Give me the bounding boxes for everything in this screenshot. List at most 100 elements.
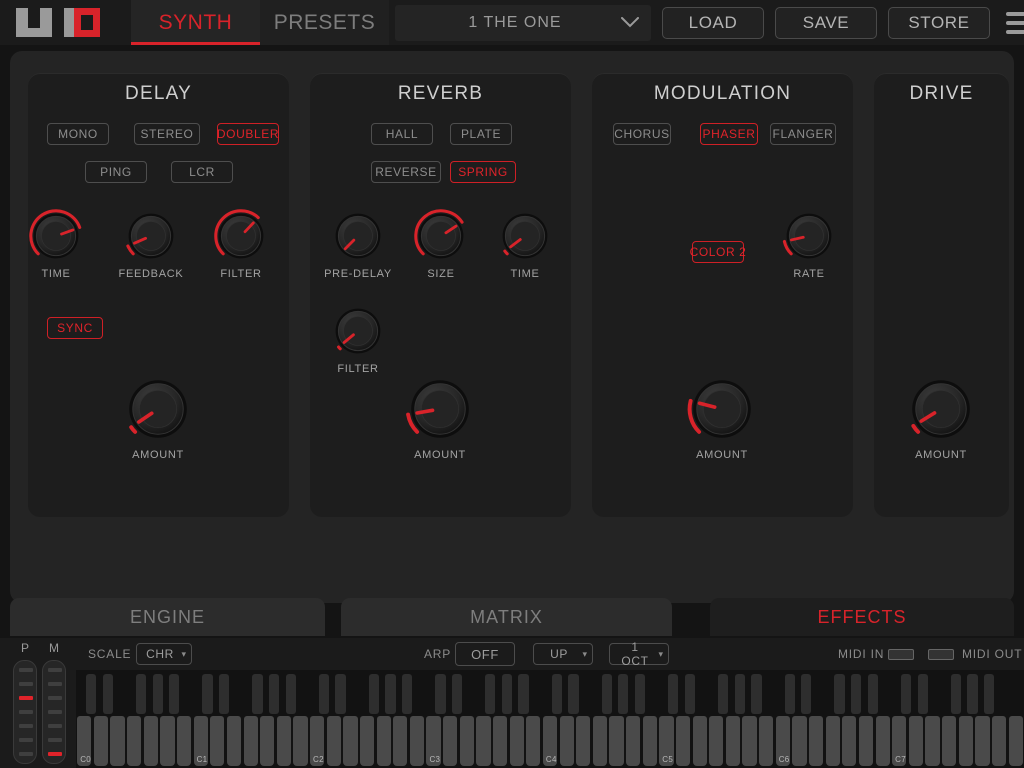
mode-button-modulation-chorus[interactable]: CHORUS: [613, 123, 671, 145]
knob-dial[interactable]: [122, 373, 194, 445]
white-key[interactable]: [227, 716, 241, 766]
white-key[interactable]: [110, 716, 124, 766]
white-key[interactable]: [626, 716, 640, 766]
knob-dial[interactable]: [213, 208, 269, 264]
white-key[interactable]: [693, 716, 707, 766]
white-key[interactable]: [210, 716, 224, 766]
white-key[interactable]: [493, 716, 507, 766]
white-key[interactable]: [876, 716, 890, 766]
white-key[interactable]: [293, 716, 307, 766]
black-key[interactable]: [269, 674, 279, 714]
black-key[interactable]: [785, 674, 795, 714]
knob-dial[interactable]: [123, 208, 179, 264]
white-key[interactable]: [942, 716, 956, 766]
white-key[interactable]: [609, 716, 623, 766]
white-key[interactable]: [726, 716, 740, 766]
black-key[interactable]: [485, 674, 495, 714]
white-key[interactable]: [260, 716, 274, 766]
black-key[interactable]: [801, 674, 811, 714]
arp-direction-select[interactable]: UP ▾: [533, 643, 593, 665]
white-key[interactable]: [410, 716, 424, 766]
black-key[interactable]: [452, 674, 462, 714]
knob-delay-amount[interactable]: AMOUNT: [110, 373, 206, 461]
mode-button-reverb-hall[interactable]: HALL: [371, 123, 433, 145]
white-key[interactable]: [992, 716, 1006, 766]
white-key[interactable]: C4: [543, 716, 557, 766]
mode-button-reverb-plate[interactable]: PLATE: [450, 123, 512, 145]
white-key[interactable]: [160, 716, 174, 766]
black-key[interactable]: [335, 674, 345, 714]
black-key[interactable]: [502, 674, 512, 714]
knob-reverb-time[interactable]: TIME: [490, 208, 560, 280]
white-key[interactable]: C5: [659, 716, 673, 766]
knob-reverb-filter[interactable]: FILTER: [323, 303, 393, 375]
mode-button-reverb-reverse[interactable]: REVERSE: [371, 161, 441, 183]
knob-dial[interactable]: [330, 208, 386, 264]
white-key[interactable]: C1: [194, 716, 208, 766]
knob-delay-filter[interactable]: FILTER: [206, 208, 276, 280]
mode-button-delay-doubler[interactable]: DOUBLER: [217, 123, 279, 145]
white-key[interactable]: [1009, 716, 1023, 766]
black-key[interactable]: [602, 674, 612, 714]
knob-modulation-amount[interactable]: AMOUNT: [674, 373, 770, 461]
white-key[interactable]: C0: [77, 716, 91, 766]
black-key[interactable]: [103, 674, 113, 714]
black-key[interactable]: [252, 674, 262, 714]
black-key[interactable]: [518, 674, 528, 714]
white-key[interactable]: [144, 716, 158, 766]
strip-m[interactable]: [42, 660, 66, 764]
arp-onoff-button[interactable]: OFF: [455, 642, 515, 666]
white-key[interactable]: [925, 716, 939, 766]
knob-dial[interactable]: [28, 208, 84, 264]
knob-delay-time[interactable]: TIME: [21, 208, 91, 280]
white-key[interactable]: [127, 716, 141, 766]
black-key[interactable]: [202, 674, 212, 714]
mode-button-delay-lcr[interactable]: LCR: [171, 161, 233, 183]
white-key[interactable]: [327, 716, 341, 766]
knob-dial[interactable]: [905, 373, 977, 445]
mode-button-reverb-spring[interactable]: SPRING: [450, 161, 516, 183]
knob-dial[interactable]: [404, 373, 476, 445]
black-key[interactable]: [751, 674, 761, 714]
knob-dial[interactable]: [686, 373, 758, 445]
knob-reverb-size[interactable]: SIZE: [406, 208, 476, 280]
white-key[interactable]: [244, 716, 258, 766]
black-key[interactable]: [385, 674, 395, 714]
black-key[interactable]: [851, 674, 861, 714]
scale-select[interactable]: CHR ▾: [136, 643, 192, 665]
white-key[interactable]: C6: [776, 716, 790, 766]
white-key[interactable]: [792, 716, 806, 766]
black-key[interactable]: [153, 674, 163, 714]
white-key[interactable]: [177, 716, 191, 766]
white-key[interactable]: C7: [892, 716, 906, 766]
mode-button-modulation-flanger[interactable]: FLANGER: [770, 123, 836, 145]
knob-reverb-amount[interactable]: AMOUNT: [392, 373, 488, 461]
white-key[interactable]: [343, 716, 357, 766]
black-key[interactable]: [967, 674, 977, 714]
black-key[interactable]: [635, 674, 645, 714]
white-key[interactable]: [593, 716, 607, 766]
white-key[interactable]: [709, 716, 723, 766]
knob-dial[interactable]: [781, 208, 837, 264]
black-key[interactable]: [136, 674, 146, 714]
white-key[interactable]: [975, 716, 989, 766]
tab-matrix[interactable]: MATRIX: [341, 598, 672, 636]
arp-octave-select[interactable]: 1 OCT ▾: [609, 643, 669, 665]
white-key[interactable]: [859, 716, 873, 766]
knob-modulation-rate[interactable]: RATE: [774, 208, 844, 280]
load-button[interactable]: LOAD: [662, 7, 764, 39]
white-key[interactable]: [676, 716, 690, 766]
white-key[interactable]: C3: [426, 716, 440, 766]
white-key[interactable]: [360, 716, 374, 766]
black-key[interactable]: [951, 674, 961, 714]
black-key[interactable]: [169, 674, 179, 714]
black-key[interactable]: [685, 674, 695, 714]
tab-synth[interactable]: SYNTH: [131, 0, 260, 45]
mode-button-delay-sync[interactable]: SYNC: [47, 317, 103, 339]
white-key[interactable]: [510, 716, 524, 766]
mode-button-delay-mono[interactable]: MONO: [47, 123, 109, 145]
black-key[interactable]: [901, 674, 911, 714]
knob-dial[interactable]: [330, 303, 386, 359]
black-key[interactable]: [868, 674, 878, 714]
white-key[interactable]: [94, 716, 108, 766]
